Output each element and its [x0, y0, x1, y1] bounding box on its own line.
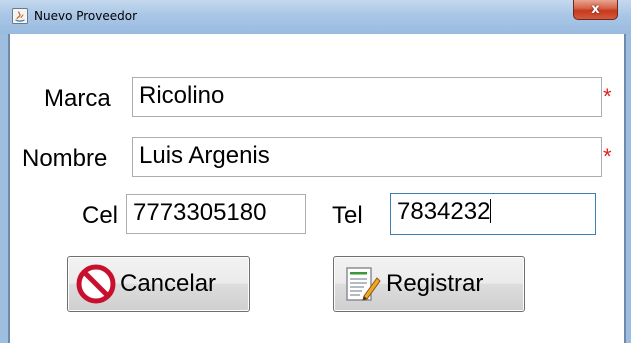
window-title: Nuevo Proveedor: [34, 9, 138, 23]
close-icon: x: [591, 2, 600, 17]
cel-input[interactable]: 7773305180: [126, 194, 306, 234]
title-bar[interactable]: Nuevo Proveedor x: [0, 0, 631, 34]
marca-label: Marca: [44, 85, 111, 112]
tel-input-value: 7834232: [397, 198, 491, 225]
dialog-window: Nuevo Proveedor x Marca Ricolino * Nombr…: [0, 0, 631, 343]
marca-input[interactable]: Ricolino: [132, 77, 602, 117]
register-button-label: Registrar: [386, 270, 484, 297]
cancel-button-label: Cancelar: [120, 270, 217, 297]
nombre-label: Nombre: [22, 145, 108, 172]
form-panel: Marca Ricolino * Nombre Luis Argenis * C…: [8, 34, 626, 343]
text-caret: [490, 199, 492, 223]
close-button[interactable]: x: [573, 0, 618, 20]
tel-label: Tel: [332, 202, 363, 229]
register-button[interactable]: Registrar: [333, 256, 525, 312]
cancel-button[interactable]: Cancelar: [67, 256, 250, 312]
marca-required-mark: *: [603, 84, 612, 109]
tel-input[interactable]: 7834232: [390, 193, 596, 235]
nombre-input[interactable]: Luis Argenis: [132, 137, 602, 177]
java-app-icon: [12, 8, 28, 24]
no-entry-icon: [76, 264, 116, 304]
nombre-required-mark: *: [603, 144, 612, 169]
edit-document-icon: [342, 264, 382, 304]
cel-label: Cel: [82, 202, 119, 229]
